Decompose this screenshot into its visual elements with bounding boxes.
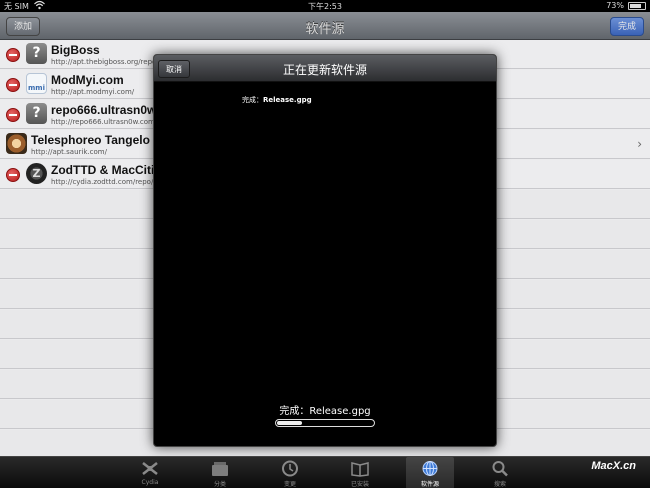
tab-label: 变更 xyxy=(283,481,296,488)
page-title: 软件源 xyxy=(305,22,345,37)
dialog-title: 正在更新软件源 xyxy=(282,63,367,77)
battery-icon xyxy=(628,2,646,10)
question-icon: ? xyxy=(26,103,47,124)
progress-status: 完成：Release.gpg xyxy=(279,406,371,417)
cancel-button[interactable]: 取消 xyxy=(158,60,190,78)
done-button[interactable]: 完成 xyxy=(609,17,644,36)
watermark-text: MacX.cn xyxy=(591,460,636,472)
search-icon xyxy=(492,461,508,477)
source-name: ZodTTD & MacCiti xyxy=(51,163,155,177)
source-name: ModMyi.com xyxy=(51,73,124,87)
tab-installed[interactable]: 已安装 xyxy=(336,457,384,488)
tab-cydia[interactable]: Cydia xyxy=(126,457,174,488)
telesphoreo-icon xyxy=(6,133,27,154)
sources-icon xyxy=(422,461,438,476)
zodttd-icon: Z xyxy=(26,163,47,184)
log-prefix: 完成： xyxy=(242,96,263,104)
log-line: 完成：Release.gpg xyxy=(242,95,312,105)
battery-percent: 73% xyxy=(606,1,624,10)
source-url: http://apt.saurik.com/ xyxy=(31,148,107,156)
delete-icon[interactable] xyxy=(6,78,20,92)
dialog-header: 正在更新软件源 取消 xyxy=(154,55,496,82)
tab-search[interactable]: 搜索 xyxy=(476,457,524,488)
log-file: Release.gpg xyxy=(263,96,312,104)
source-name: BigBoss xyxy=(51,43,100,57)
delete-icon[interactable] xyxy=(6,108,20,122)
question-icon: ? xyxy=(26,43,47,64)
clock: 下午2:53 xyxy=(308,2,342,11)
tab-changes[interactable]: 变更 xyxy=(266,457,314,488)
changes-icon xyxy=(282,460,298,477)
progress-bar xyxy=(275,419,375,427)
update-sources-dialog: 正在更新软件源 取消 完成：Release.gpg 完成：Release.gpg xyxy=(153,54,497,447)
navigation-bar: 添加 软件源 完成 xyxy=(0,12,650,40)
delete-icon[interactable] xyxy=(6,168,20,182)
chevron-right-icon[interactable]: › xyxy=(637,137,642,151)
tab-label: Cydia xyxy=(141,479,159,486)
source-url: http://repo666.ultrasn0w.com/ xyxy=(51,118,158,126)
tab-bar: Cydia 分类 变更 已安装 软件源 搜索 xyxy=(0,456,650,488)
progress-fill xyxy=(277,421,302,425)
cydia-icon xyxy=(142,462,158,475)
source-url: http://apt.modmyi.com/ xyxy=(51,88,135,96)
status-bar: 无 SIM 下午2:53 73% xyxy=(0,0,650,12)
tab-label: 分类 xyxy=(213,481,226,488)
tab-label: 搜索 xyxy=(493,481,506,488)
sections-icon xyxy=(212,462,228,476)
installed-icon xyxy=(351,462,369,477)
delete-icon[interactable] xyxy=(6,48,20,62)
tab-sections[interactable]: 分类 xyxy=(196,457,244,488)
source-name: Telesphoreo Tangelo xyxy=(31,133,150,147)
tab-label: 软件源 xyxy=(420,481,439,488)
tab-label: 已安装 xyxy=(350,481,369,488)
modmyi-icon: mmi xyxy=(26,73,47,94)
tab-sources[interactable]: 软件源 xyxy=(406,457,454,488)
